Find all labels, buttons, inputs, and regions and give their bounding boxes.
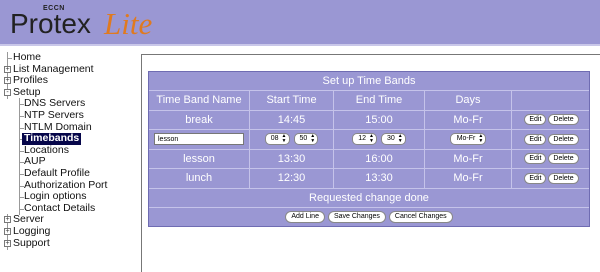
save-changes-button[interactable]: Save Changes <box>327 210 386 223</box>
logo-text-lite: Lite <box>104 6 153 41</box>
sidebar-item-home[interactable]: Home <box>0 51 138 64</box>
timebands-table: Set up Time Bands Time Band Name Start T… <box>148 71 590 227</box>
col-header-days: Days <box>425 91 512 110</box>
start-hour-select[interactable]: 08 ▲ ▼ <box>264 133 290 146</box>
tree-connector-icon <box>16 156 24 169</box>
tree-connector-icon <box>16 167 24 180</box>
collapse-minus-icon[interactable]: - <box>4 86 12 99</box>
start-minute-select[interactable]: 50 ▲ ▼ <box>293 133 319 146</box>
tree-connector-icon <box>4 52 12 64</box>
cell-start: 12:30 <box>250 169 334 188</box>
sidebar-item-ntp-servers[interactable]: NTP Servers <box>0 109 138 122</box>
cell-actions: Edit Delete <box>512 130 591 149</box>
sidebar-item-locations[interactable]: Locations <box>0 144 138 157</box>
col-header-name: Time Band Name <box>149 91 250 110</box>
expand-plus-icon[interactable]: + <box>4 237 12 250</box>
sidebar-item-logging[interactable]: + Logging <box>0 225 138 238</box>
sidebar-item-timebands[interactable]: Timebands <box>0 133 138 146</box>
timeband-name-input[interactable]: lesson <box>154 133 244 146</box>
edit-button[interactable]: Edit <box>524 153 547 165</box>
tree-connector-icon <box>16 179 24 192</box>
delete-button[interactable]: Delete <box>548 114 579 126</box>
cell-name: lunch <box>149 169 250 188</box>
logo-text-protex: Protex <box>10 8 91 39</box>
expand-plus-icon[interactable]: + <box>4 75 12 88</box>
delete-button[interactable]: Delete <box>548 153 579 165</box>
table-row: lunch 12:30 13:30 Mo-Fr Edit Delete <box>149 169 589 189</box>
select-arrows-icon: ▲ ▼ <box>478 133 484 145</box>
table-header-row: Time Band Name Start Time End Time Days <box>149 91 589 111</box>
edit-button[interactable]: Edit <box>524 114 547 126</box>
sidebar-item-support[interactable]: + Support <box>0 237 138 250</box>
tree-connector-icon <box>16 98 24 111</box>
tree-connector-icon <box>16 121 24 134</box>
table-row: break 14:45 15:00 Mo-Fr Edit Delete <box>149 110 591 130</box>
tree-connector-icon <box>16 109 24 122</box>
tree-connector-icon <box>16 191 24 204</box>
cell-days-edit: Mo-Fr ▲ ▼ <box>425 130 512 149</box>
table-row-editing: lesson 08 ▲ ▼ 50 ▲ ▼ 12 ▲ ▼ 30 ▲ ▼ Mo-Fr ▲ ▼ Edit … <box>149 130 589 150</box>
cell-start: 13:30 <box>250 149 334 168</box>
select-arrows-icon: ▲ ▼ <box>397 133 403 145</box>
status-message: Requested change done <box>149 189 589 208</box>
expand-plus-icon[interactable]: + <box>4 225 12 238</box>
days-select[interactable]: Mo-Fr ▲ ▼ <box>449 133 487 146</box>
select-arrows-icon: ▲ ▼ <box>281 133 287 145</box>
col-header-actions <box>512 91 591 110</box>
cancel-changes-button[interactable]: Cancel Changes <box>388 210 453 223</box>
cell-name: lesson <box>149 149 250 168</box>
cell-days: Mo-Fr <box>425 149 512 168</box>
cell-start-edit: 08 ▲ ▼ 50 ▲ ▼ <box>250 130 334 149</box>
expand-plus-icon[interactable]: + <box>4 63 12 76</box>
sidebar-item-default-profile[interactable]: Default Profile <box>0 167 138 180</box>
edit-button[interactable]: Edit <box>524 172 547 184</box>
app-header: ECCN Protex Lite <box>0 0 600 46</box>
sidebar-nav: Home + List Management + Profiles - Setu… <box>0 51 138 250</box>
cell-end: 13:30 <box>334 169 425 188</box>
select-arrows-icon: ▲ ▼ <box>369 133 374 145</box>
cell-days: Mo-Fr <box>425 169 512 188</box>
edit-button[interactable]: Edit <box>524 133 547 145</box>
cell-end: 15:00 <box>334 110 425 129</box>
cell-end-edit: 12 ▲ ▼ 30 ▲ ▼ <box>334 130 425 149</box>
actions-bar: Add Line Save Changes Cancel Changes <box>149 208 589 226</box>
table-row: lesson 13:30 16:00 Mo-Fr Edit Delete <box>149 149 591 169</box>
cell-end: 16:00 <box>334 149 425 168</box>
delete-button[interactable]: Delete <box>548 133 579 145</box>
expand-plus-icon[interactable]: + <box>4 214 12 227</box>
cell-start: 14:45 <box>250 110 334 129</box>
cell-days: Mo-Fr <box>425 110 512 129</box>
tree-connector-icon <box>16 144 24 157</box>
cell-actions: Edit Delete <box>512 150 591 169</box>
table-title: Set up Time Bands <box>149 72 589 91</box>
cell-actions: Edit Delete <box>512 111 591 130</box>
col-header-end: End Time <box>334 91 425 110</box>
end-hour-select[interactable]: 12 ▲ ▼ <box>352 133 377 146</box>
add-line-button[interactable]: Add Line <box>285 210 325 223</box>
select-arrows-icon: ▲ ▼ <box>310 133 316 145</box>
sidebar-item-login-options[interactable]: Login options <box>0 191 138 204</box>
main-panel: Set up Time Bands Time Band Name Start T… <box>141 54 600 272</box>
end-minute-select[interactable]: 30 ▲ ▼ <box>381 133 406 146</box>
cell-actions: Edit Delete <box>512 169 591 188</box>
cell-name: break <box>149 110 250 129</box>
delete-button[interactable]: Delete <box>548 172 579 184</box>
col-header-start: Start Time <box>250 91 334 110</box>
cell-name-edit: lesson <box>149 130 250 149</box>
